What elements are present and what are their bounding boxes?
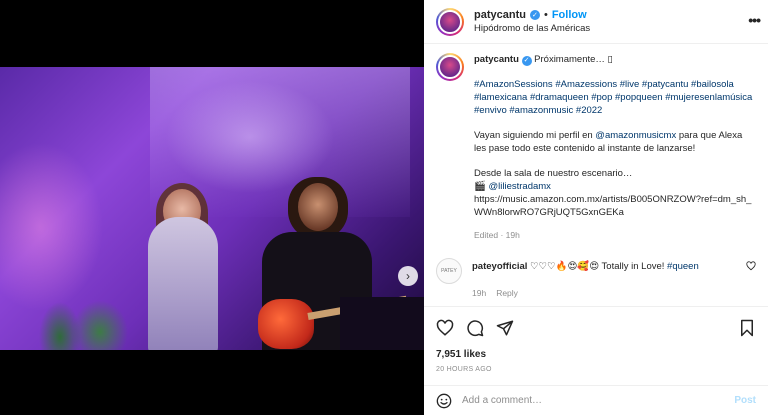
caption-avatar[interactable] [436, 53, 464, 81]
clapper-icon: 🎬 [474, 181, 486, 192]
caption-intro: Próximamente… ▯ [534, 54, 613, 65]
more-options-icon[interactable]: ••• [748, 12, 761, 28]
comment-body: pateyofficial ♡♡♡🔥😍🥰😍 Totally in Love! #… [472, 258, 756, 300]
share-send-icon[interactable] [496, 319, 514, 337]
amazonmusicmx-mention[interactable]: @amazonmusicmx [595, 130, 676, 141]
caption-p1-before: Vayan siguiendo mi perfil en [474, 130, 596, 141]
caption: patycantu ✓ Próximamente… ▯ #AmazonSessi… [436, 53, 756, 242]
author-avatar[interactable] [436, 7, 464, 36]
post-modal: › patycantu ✓ • Follow Hipódromo de las … [0, 0, 768, 415]
post-sidebar: patycantu ✓ • Follow Hipódromo de las Am… [424, 0, 768, 415]
caption-edited-time: Edited · 19h [474, 230, 520, 240]
caption-text: patycantu ✓ Próximamente… ▯ #AmazonSessi… [474, 53, 756, 242]
comment-hashtag[interactable]: #queen [667, 261, 699, 272]
liliestradamx-mention[interactable]: @liliestradamx [488, 181, 550, 192]
add-comment-bar: Post [424, 385, 768, 415]
post-actions: 7,951 likes 20 HOURS AGO [424, 306, 768, 373]
verified-badge-icon: ✓ [521, 55, 532, 66]
caption-username[interactable]: patycantu [474, 54, 519, 65]
bookmark-icon[interactable] [738, 319, 756, 337]
author-username[interactable]: patycantu [474, 9, 526, 21]
singer-figure [148, 217, 218, 350]
stage-plant [30, 287, 140, 350]
caption-p2-line1: Desde la sala de nuestro escenario… [474, 168, 633, 179]
media-pane: › [0, 0, 424, 415]
post-header: patycantu ✓ • Follow Hipódromo de las Am… [424, 0, 768, 44]
location-link[interactable]: Hipódromo de las Américas [474, 23, 590, 34]
next-slide-button[interactable]: › [398, 266, 418, 286]
chevron-right-icon: › [406, 269, 410, 283]
guitar-body [258, 299, 314, 349]
post-comment-button[interactable]: Post [734, 395, 756, 406]
stage-speaker [340, 297, 424, 350]
comment-text: ♡♡♡🔥😍🥰😍 Totally in Love! [527, 261, 668, 272]
comment-like-icon[interactable] [746, 261, 756, 271]
follow-button[interactable]: Follow [552, 9, 587, 21]
likes-count[interactable]: 7,951 likes [436, 349, 756, 360]
caption-hashtags[interactable]: #AmazonSessions #Amazessions #live #paty… [474, 78, 756, 117]
commenter-username[interactable]: pateyofficial [472, 261, 527, 272]
like-heart-icon[interactable] [436, 319, 454, 337]
emoji-icon[interactable] [436, 393, 452, 409]
comments-section[interactable]: patycantu ✓ Próximamente… ▯ #AmazonSessi… [424, 45, 768, 305]
comment-bubble-icon[interactable] [466, 319, 484, 337]
reply-button[interactable]: Reply [496, 287, 518, 300]
post-photo[interactable]: › [0, 67, 424, 350]
verified-badge-icon: ✓ [529, 10, 540, 20]
comment-item: PATEY pateyofficial ♡♡♡🔥😍🥰😍 Totally in L… [436, 258, 756, 300]
comment-input[interactable] [462, 395, 725, 406]
comment-time: 19h [472, 288, 487, 298]
commenter-avatar[interactable]: PATEY [436, 258, 462, 284]
amazon-music-link[interactable]: https://music.amazon.com.mx/artists/B005… [474, 193, 756, 219]
post-date[interactable]: 20 HOURS AGO [436, 366, 756, 373]
guitarist-head [298, 183, 338, 231]
separator-dot: • [543, 9, 548, 21]
